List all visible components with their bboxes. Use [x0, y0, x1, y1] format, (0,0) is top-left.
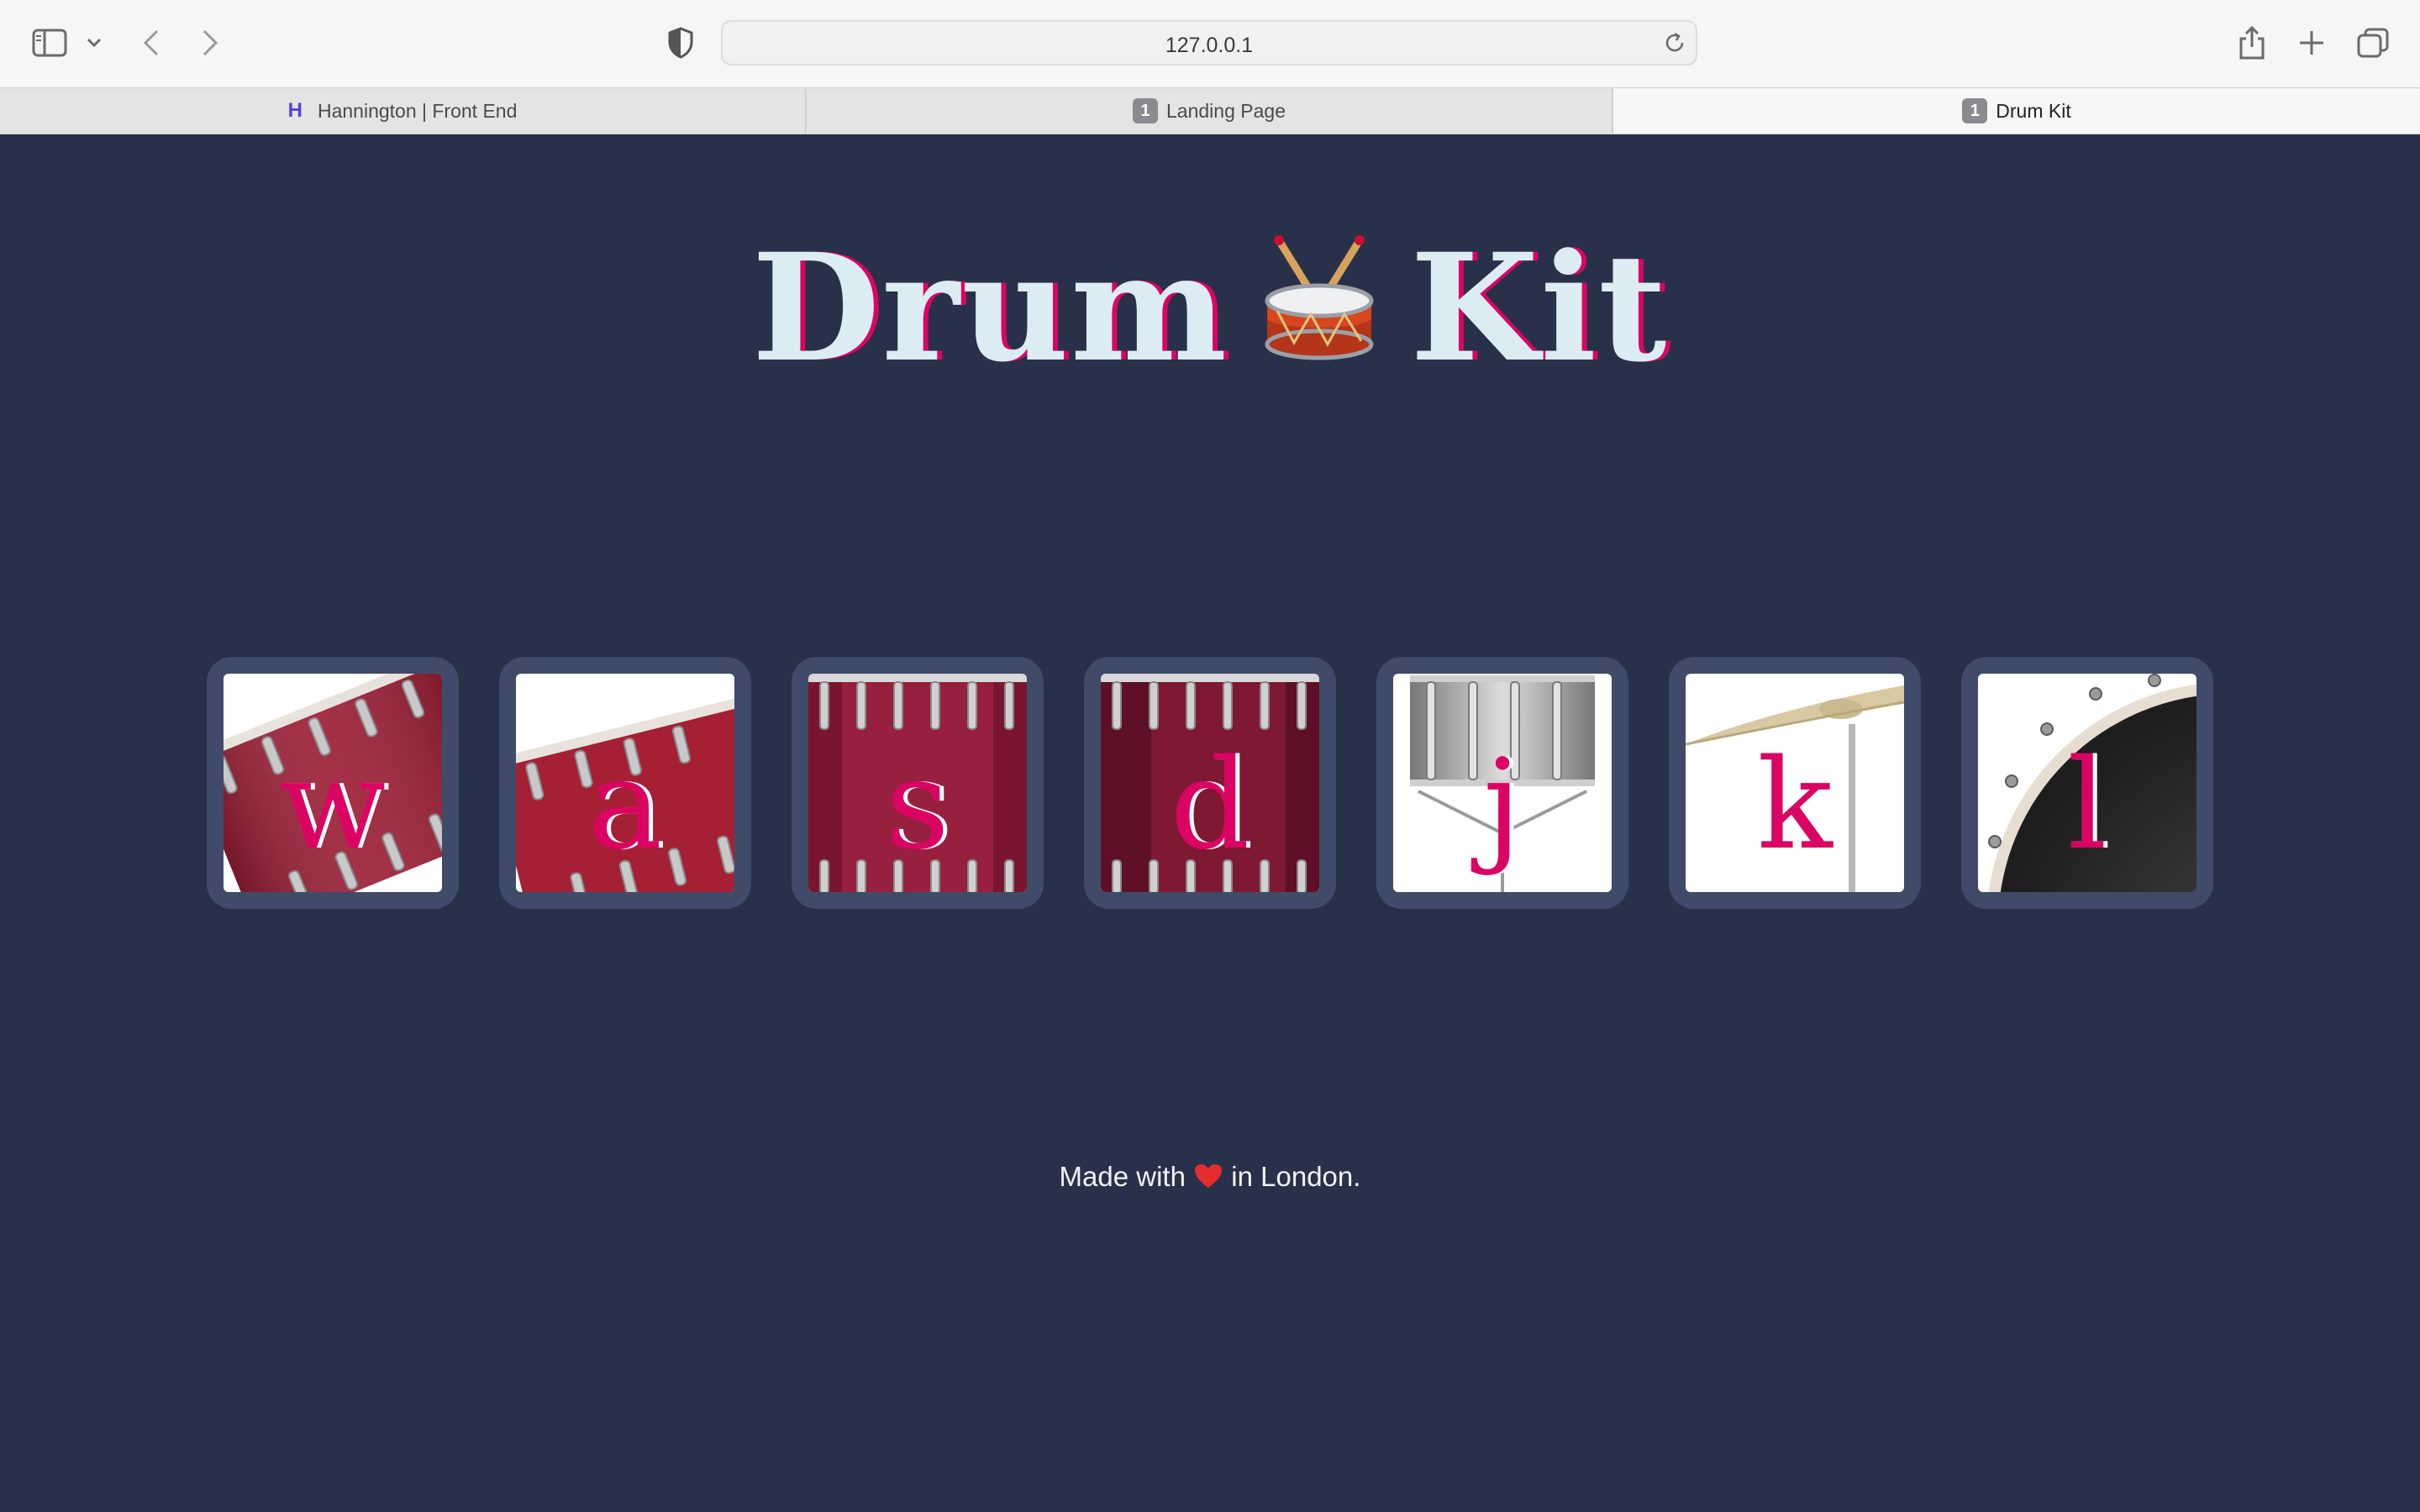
pad-key-label: l: [2067, 732, 2107, 877]
title-word-drum: Drum: [751, 221, 1229, 395]
drum-pad-k[interactable]: k: [1669, 657, 1921, 909]
tab-label: Landing Page: [1166, 99, 1286, 122]
title-word-kit: Kit: [1410, 221, 1669, 395]
page-title: Drum Kit: [0, 234, 2420, 391]
chevron-down-icon[interactable]: [86, 37, 103, 49]
footer-text-after: in London.: [1231, 1161, 1361, 1192]
share-icon[interactable]: [2237, 25, 2267, 60]
pad-key-label: a: [587, 732, 663, 877]
forward-arrow-icon[interactable]: [200, 29, 220, 57]
tab-overview-icon[interactable]: [2356, 27, 2390, 59]
reload-icon[interactable]: [1662, 30, 1687, 60]
address-bar[interactable]: 127.0.0.1: [721, 20, 1697, 66]
pad-key-label: k: [1757, 732, 1833, 877]
drum-pad-w[interactable]: w: [207, 657, 459, 909]
tab-hannington[interactable]: H Hannington | Front End: [0, 88, 805, 134]
heart-emoji-icon: [1193, 1161, 1231, 1192]
drum-emoji-icon: [1260, 234, 1378, 391]
tab-drum-kit[interactable]: 1 Drum Kit: [1613, 88, 2420, 134]
tab-label: Drum Kit: [1996, 99, 2071, 122]
favicon-1-icon: 1: [1133, 98, 1159, 123]
pad-key-label: j: [1483, 732, 1522, 877]
pad-key-label: s: [886, 732, 950, 877]
drum-pad-l[interactable]: l: [1961, 657, 2213, 909]
drum-pad-s[interactable]: s: [792, 657, 1044, 909]
page-content: Drum Kit w a s d j k l Made with in Lond…: [0, 134, 2420, 1512]
sidebar-icon[interactable]: [32, 29, 67, 57]
drum-pads: w a s d j k l: [207, 657, 2215, 909]
back-arrow-icon[interactable]: [141, 29, 161, 57]
shield-icon[interactable]: [667, 27, 694, 59]
drum-pad-d[interactable]: d: [1084, 657, 1336, 909]
tab-landing-page[interactable]: 1 Landing Page: [807, 88, 1612, 134]
new-tab-icon[interactable]: [2297, 29, 2326, 57]
favicon-1-icon: 1: [1962, 98, 1988, 123]
footer: Made with in London.: [0, 1161, 2420, 1193]
pad-key-label: w: [279, 732, 387, 877]
drum-pad-j[interactable]: j: [1376, 657, 1628, 909]
tab-bar: H Hannington | Front End 1 Landing Page …: [0, 87, 2420, 134]
url-text: 127.0.0.1: [1165, 34, 1254, 57]
tab-label: Hannington | Front End: [317, 99, 518, 122]
footer-text-before: Made with: [1059, 1161, 1186, 1192]
browser-toolbar: 127.0.0.1: [0, 0, 2420, 87]
favicon-h-icon: H: [287, 99, 302, 122]
drum-pad-a[interactable]: a: [499, 657, 751, 909]
pad-key-label: d: [1170, 732, 1250, 877]
